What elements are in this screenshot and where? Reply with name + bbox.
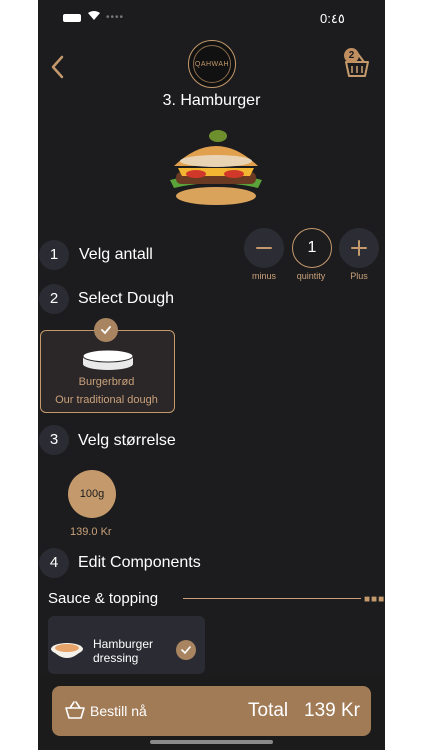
dough-icon: [82, 349, 134, 370]
quantity-value: 1: [292, 228, 332, 268]
size-price: 139.0 Kr: [70, 526, 112, 538]
component-selected-check[interactable]: [176, 640, 196, 660]
minus-caption: minus: [251, 271, 276, 281]
step-number-1: 1: [39, 240, 69, 270]
logo-text: QAHWAH: [194, 60, 230, 68]
quantity-caption: quintity: [296, 271, 326, 281]
dough-name: Burgerbrød: [78, 376, 135, 388]
total-label: Total: [248, 700, 289, 721]
plus-icon: [351, 240, 367, 256]
sauce-bowl-icon: [50, 637, 84, 663]
section-divider: [183, 598, 361, 599]
dough-description: Our traditional dough: [55, 394, 158, 406]
total-value: 139 Kr: [304, 700, 360, 721]
check-icon: [181, 646, 191, 655]
chevron-left-icon: [51, 55, 64, 79]
signal-icon: ••••: [106, 12, 125, 23]
minus-icon: [256, 247, 272, 249]
step-label-dough: Select Dough: [78, 290, 175, 307]
step-label-quantity: Velg antall: [79, 246, 153, 263]
product-image: [162, 128, 270, 208]
order-button-label: Bestill nå: [90, 703, 147, 719]
plus-button[interactable]: [339, 228, 379, 268]
minus-button[interactable]: [244, 228, 284, 268]
basket-icon: [64, 700, 86, 720]
more-icon: ■■■: [364, 594, 385, 605]
dough-selected-check: [94, 318, 118, 342]
battery-icon: [63, 14, 81, 22]
step-number-3: 3: [39, 425, 69, 455]
size-option[interactable]: 100g: [68, 470, 116, 518]
check-icon: [101, 326, 111, 335]
section-title-sauce: Sauce & topping: [48, 590, 159, 607]
app-screen: •••• 0:٤٥ QAHWAH 2 3. Hamburger 1 Velg a…: [38, 0, 385, 750]
plus-caption: Plus: [350, 271, 368, 281]
page-title: 3. Hamburger: [162, 92, 261, 109]
step-label-size: Velg størrelse: [78, 432, 176, 449]
step-number-4: 4: [39, 548, 69, 578]
back-button[interactable]: [44, 52, 72, 82]
step-number-2: 2: [39, 284, 69, 314]
component-name: Hamburger dressing: [93, 637, 154, 665]
cart-count-badge: 2: [344, 48, 359, 63]
logo-ring: QAHWAH: [193, 45, 231, 83]
step-label-components: Edit Components: [78, 554, 201, 571]
wifi-icon: [87, 10, 101, 24]
status-time: 0:٤٥: [320, 11, 345, 26]
logo: QAHWAH: [188, 40, 236, 88]
home-indicator: [150, 740, 273, 744]
